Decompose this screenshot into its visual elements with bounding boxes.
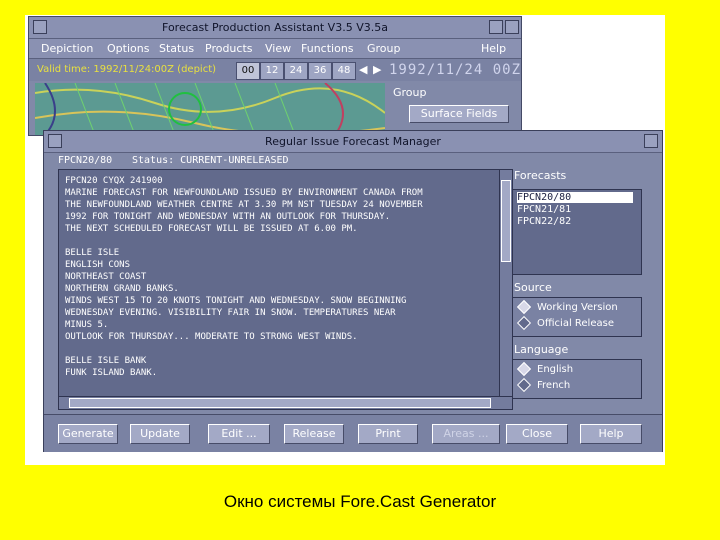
horizontal-scrollbar[interactable] (58, 396, 513, 410)
hour-button-48[interactable]: 48 (332, 62, 356, 80)
step-back-icon[interactable]: ◀ (359, 63, 367, 76)
hour-button-12[interactable]: 12 (260, 62, 284, 80)
menu-group[interactable]: Group (367, 42, 401, 55)
text-line: NORTHERN GRAND BANKS. (65, 284, 179, 294)
valid-time-row: Valid time: 1992/11/24:00Z (depict) 00 1… (29, 59, 521, 81)
forecast-item[interactable]: FPCN20/80 (517, 192, 633, 203)
help-button[interactable]: Help (580, 424, 642, 444)
menu-functions[interactable]: Functions (301, 42, 354, 55)
source-working-version-radio[interactable]: Working Version (516, 299, 618, 315)
hour-button-00[interactable]: 00 (236, 62, 260, 80)
text-line: FPCN20 CYQX 241900 (65, 176, 163, 186)
map-graphic (35, 83, 385, 135)
menu-products[interactable]: Products (205, 42, 253, 55)
language-label: Language (514, 343, 569, 356)
text-line: OUTLOOK FOR THURSDAY... MODERATE TO STRO… (65, 332, 358, 342)
caption: Окно системы Fore.Cast Generator (223, 492, 497, 511)
menu-options[interactable]: Options (107, 42, 149, 55)
maximize-icon[interactable] (644, 134, 658, 148)
language-options: English French (512, 359, 642, 399)
text-line: MARINE FORECAST FOR NEWFOUNDLAND ISSUED … (65, 188, 423, 198)
text-line: THE NEXT SCHEDULED FORECAST WILL BE ISSU… (65, 224, 358, 234)
window-title: Regular Issue Forecast Manager (44, 131, 662, 153)
menu-depiction[interactable]: Depiction (41, 42, 93, 55)
window-title: Forecast Production Assistant V3.5 V3.5a (29, 17, 521, 39)
horizontal-scroll-thumb[interactable] (69, 398, 491, 408)
menu-view[interactable]: View (265, 42, 291, 55)
language-french-radio[interactable]: French (516, 377, 571, 393)
minimize-icon[interactable] (489, 20, 503, 34)
generate-button[interactable]: Generate (58, 424, 118, 444)
close-button[interactable]: Close (506, 424, 568, 444)
hour-button-36[interactable]: 36 (308, 62, 332, 80)
radio-selected-icon (516, 299, 532, 315)
text-line: THE NEWFOUNDLAND WEATHER CENTRE AT 3.30 … (65, 200, 423, 210)
text-line: WEDNESDAY EVENING. VISIBILITY FAIR IN SN… (65, 308, 396, 318)
text-line: ENGLISH CONS (65, 260, 131, 270)
vertical-scrollbar[interactable] (499, 169, 513, 397)
surface-fields-button[interactable]: Surface Fields (409, 105, 509, 123)
radio-unselected-icon (516, 377, 532, 393)
regular-issue-forecast-manager-window: Regular Issue Forecast Manager FPCN20/80… (43, 130, 663, 452)
radio-unselected-icon (516, 315, 532, 331)
button-bar: Generate Update Edit ... Release Print A… (44, 414, 662, 452)
source-options: Working Version Official Release (512, 297, 642, 337)
language-option-label: English (537, 364, 574, 375)
text-line: 1992 FOR TONIGHT AND WEDNESDAY WITH AN O… (65, 212, 391, 222)
forecast-item[interactable]: FPCN21/81 (517, 204, 571, 215)
product-id: FPCN20/80 (58, 155, 113, 166)
window-menu-icon[interactable] (33, 20, 47, 34)
forecasts-list[interactable]: FPCN20/80 FPCN21/81 FPCN22/82 (512, 189, 642, 275)
menu-status[interactable]: Status (159, 42, 194, 55)
edit-button[interactable]: Edit ... (208, 424, 270, 444)
forecast-text-area[interactable]: FPCN20 CYQX 241900 MARINE FORECAST FOR N… (58, 169, 500, 397)
areas-button[interactable]: Areas ... (432, 424, 500, 444)
forecast-production-assistant-window: Forecast Production Assistant V3.5 V3.5a… (28, 16, 522, 136)
vertical-scroll-thumb[interactable] (501, 180, 511, 262)
weather-map[interactable] (35, 83, 385, 135)
hour-button-24[interactable]: 24 (284, 62, 308, 80)
print-button[interactable]: Print (358, 424, 418, 444)
text-line: WINDS WEST 15 TO 20 KNOTS TONIGHT AND WE… (65, 296, 407, 306)
source-official-release-radio[interactable]: Official Release (516, 315, 614, 331)
radio-selected-icon (516, 361, 532, 377)
menubar: Depiction Options Status Products View F… (29, 39, 521, 59)
source-label: Source (514, 281, 552, 294)
menu-help[interactable]: Help (481, 42, 506, 55)
text-line: FUNK ISLAND BANK. (65, 368, 158, 378)
forecasts-label: Forecasts (514, 169, 567, 182)
window-menu-icon[interactable] (48, 134, 62, 148)
current-date: 1992/11/24 00Z (389, 62, 522, 78)
group-label: Group (393, 86, 427, 99)
release-button[interactable]: Release (284, 424, 344, 444)
language-option-label: French (537, 380, 571, 391)
valid-time-label: Valid time: 1992/11/24:00Z (depict) (37, 64, 217, 75)
text-line: BELLE ISLE BANK (65, 356, 147, 366)
source-option-label: Official Release (537, 318, 614, 329)
text-line: NORTHEAST COAST (65, 272, 147, 282)
group-panel: Group Surface Fields (389, 83, 521, 135)
text-line: BELLE ISLE (65, 248, 120, 258)
forecast-item[interactable]: FPCN22/82 (517, 216, 571, 227)
update-button[interactable]: Update (130, 424, 190, 444)
maximize-icon[interactable] (505, 20, 519, 34)
language-english-radio[interactable]: English (516, 361, 574, 377)
source-option-label: Working Version (537, 302, 618, 313)
screenshot-area: Forecast Production Assistant V3.5 V3.5a… (25, 15, 665, 465)
step-forward-icon[interactable]: ▶ (373, 63, 381, 76)
status-text: Status: CURRENT-UNRELEASED (132, 155, 289, 166)
text-line: MINUS 5. (65, 320, 109, 330)
